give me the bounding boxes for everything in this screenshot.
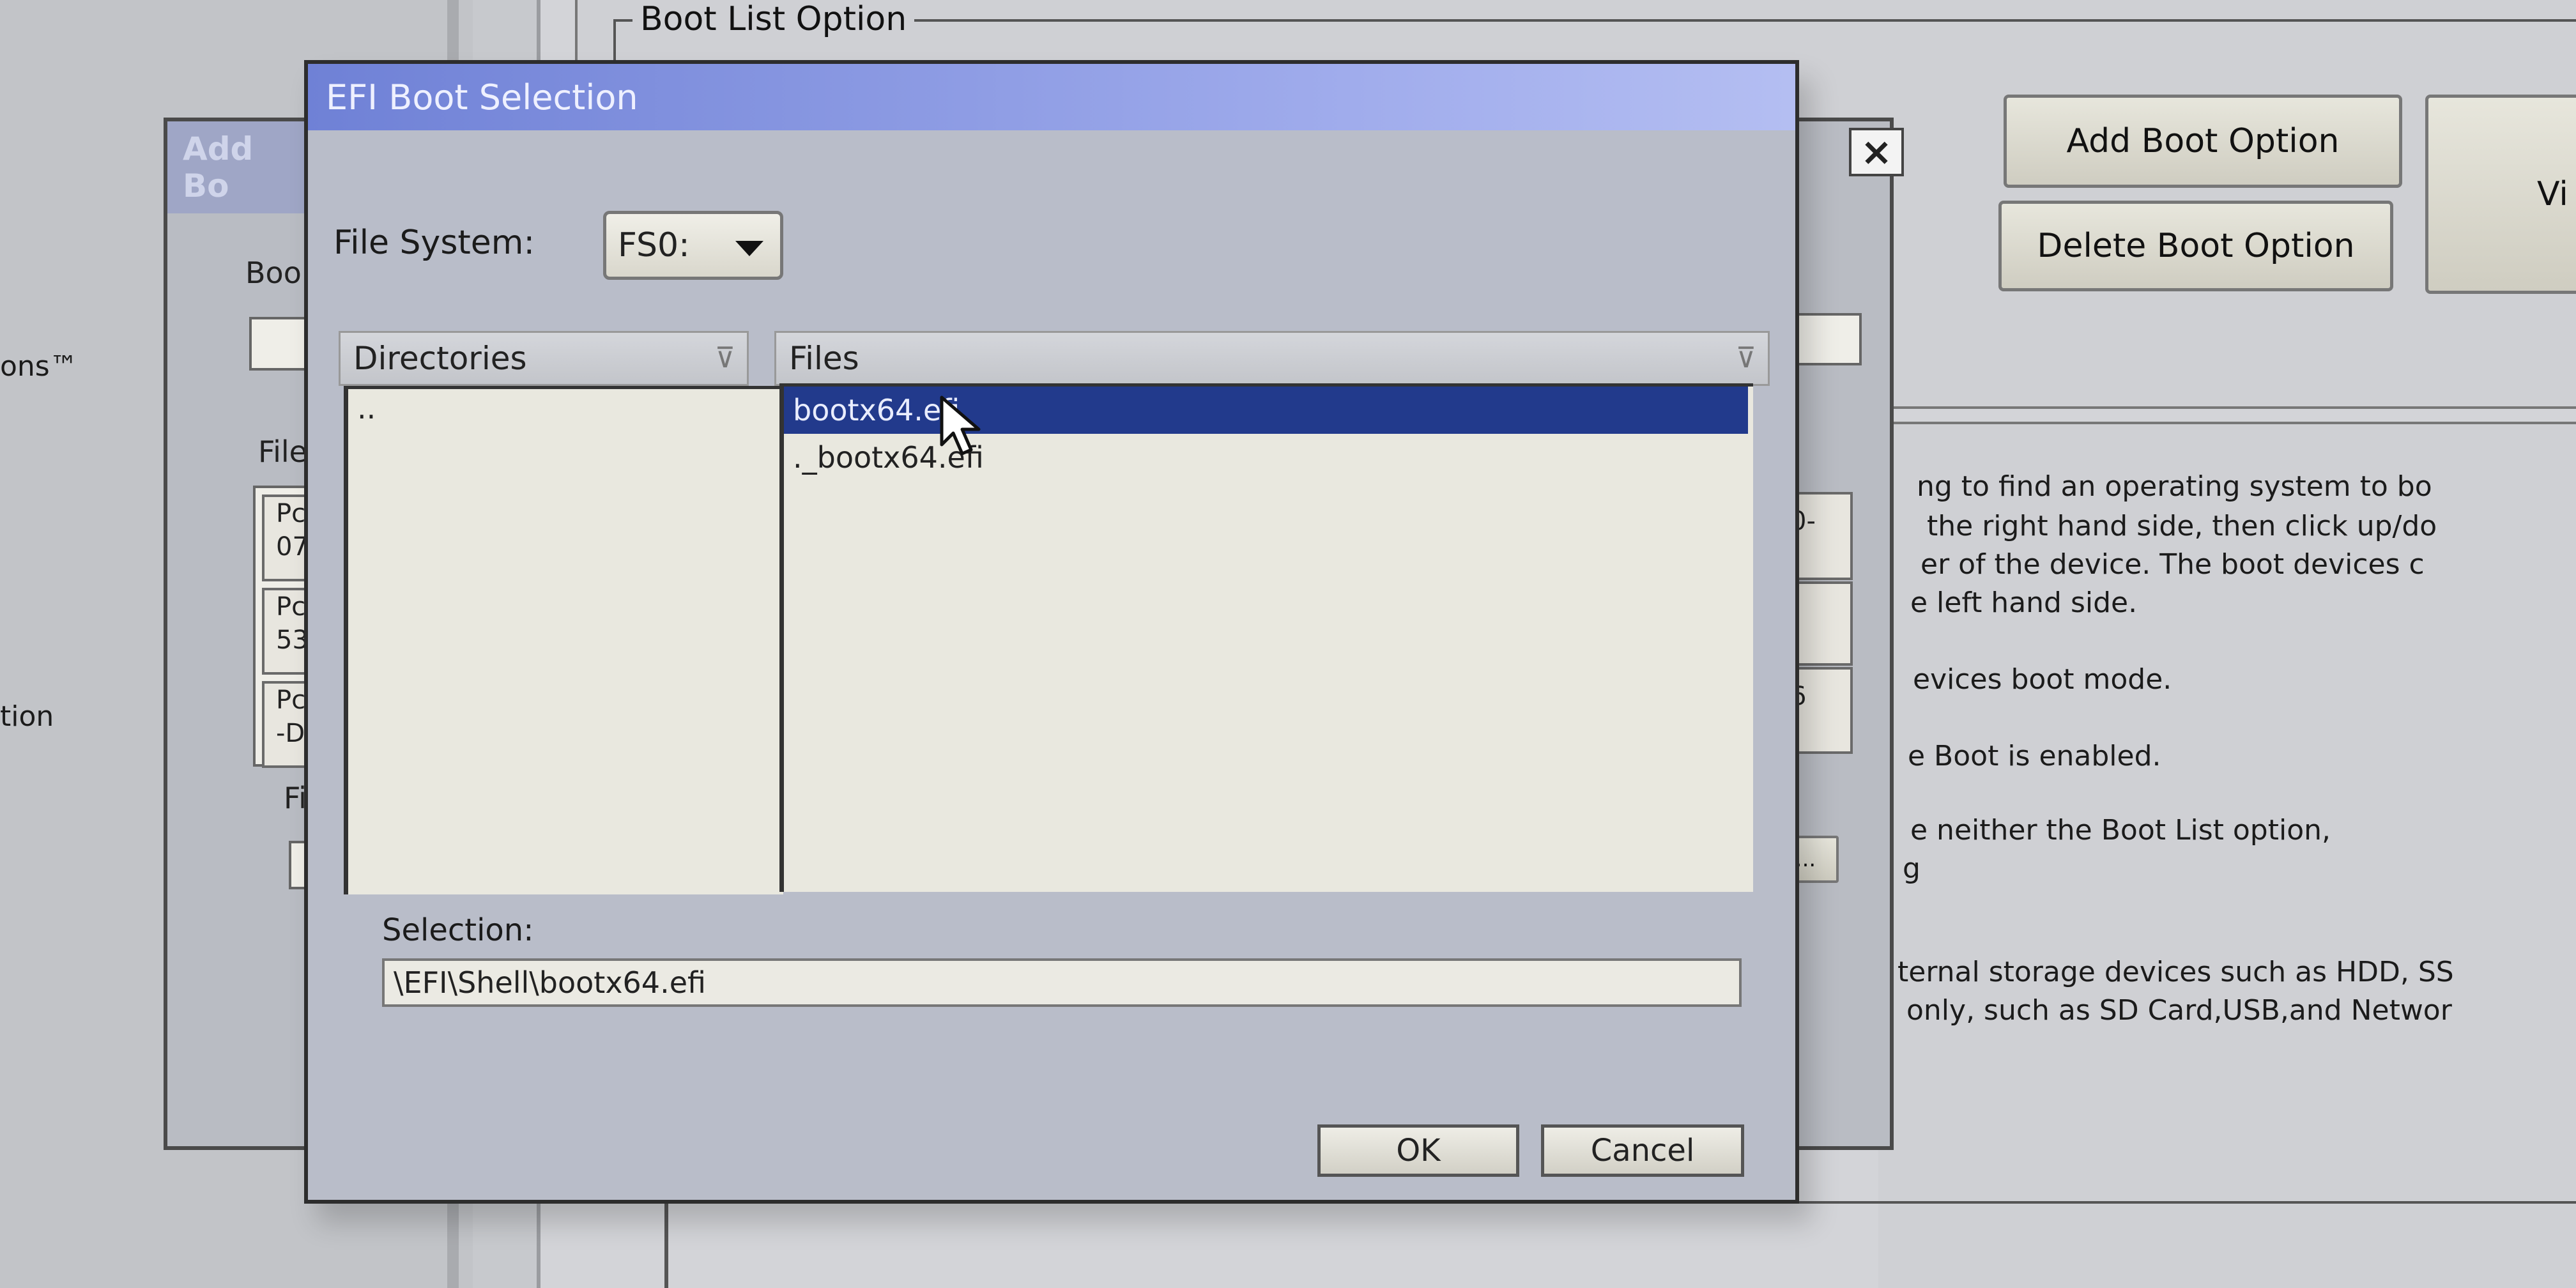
help-text-line: er of the device. The boot devices c <box>1920 548 2425 581</box>
files-header[interactable]: Files ⊽ <box>774 331 1770 386</box>
help-text-line: e left hand side. <box>1910 586 2138 619</box>
file-system-label: File System: <box>334 224 535 262</box>
chevron-down-icon <box>735 241 763 256</box>
help-text-line: evices boot mode. <box>1913 663 2172 696</box>
add-boot-option-button[interactable]: Add Boot Option <box>2004 95 2402 188</box>
mouse-pointer-icon <box>940 395 981 456</box>
selection-label: Selection: <box>382 912 534 948</box>
files-header-label: Files <box>789 340 859 377</box>
selection-value: \EFI\Shell\bootx64.efi <box>394 965 706 1000</box>
ok-button[interactable]: OK <box>1317 1124 1519 1177</box>
left-nav-fragment: tion <box>0 700 54 733</box>
boot-option-name-label: Boo <box>245 256 302 290</box>
file-item[interactable]: bootx64.efi <box>784 387 1748 434</box>
directories-header[interactable]: Directories ⊽ <box>339 331 749 386</box>
efi-dialog-title: EFI Boot Selection <box>326 77 638 118</box>
lower-frame <box>664 1201 2576 1288</box>
cancel-button[interactable]: Cancel <box>1541 1124 1744 1177</box>
delete-boot-option-button[interactable]: Delete Boot Option <box>1998 201 2393 291</box>
filter-icon[interactable]: ⊽ <box>715 342 735 374</box>
filter-icon[interactable]: ⊽ <box>1736 342 1756 374</box>
efi-dialog-title-bar: EFI Boot Selection <box>308 64 1795 130</box>
directories-header-label: Directories <box>353 340 527 377</box>
help-text-line: g <box>1903 852 1920 885</box>
add-dialog-title: Add Bo <box>167 121 326 213</box>
selection-field[interactable]: \EFI\Shell\bootx64.efi <box>382 958 1742 1007</box>
close-icon[interactable]: × <box>1849 128 1904 176</box>
file-system-select[interactable]: FS0: <box>603 211 783 280</box>
left-nav-fragment: ons™ <box>0 350 78 383</box>
help-text-line: only, such as SD Card,USB,and Networ <box>1906 994 2452 1027</box>
boot-list-option-title: Boot List Option <box>632 0 915 38</box>
help-text-line: e Boot is enabled. <box>1908 740 2161 772</box>
help-text-line: e neither the Boot List option, <box>1910 814 2331 847</box>
help-text-line: the right hand side, then click up/do <box>1927 510 2437 542</box>
view-button[interactable]: Vi <box>2425 95 2576 294</box>
help-text-line: ternal storage devices such as HDD, SS <box>1897 956 2454 988</box>
files-list[interactable]: bootx64.efi ._bootx64.efi <box>779 383 1753 892</box>
file-system-list-label: File <box>258 434 307 469</box>
file-system-value: FS0: <box>618 226 690 264</box>
help-text-line: ng to find an operating system to bo <box>1917 470 2432 503</box>
file-item[interactable]: ._bootx64.efi <box>784 434 1753 481</box>
directory-item[interactable]: .. <box>348 389 783 427</box>
view-button-label: Vi <box>2537 175 2568 213</box>
directories-list[interactable]: .. <box>344 386 783 894</box>
